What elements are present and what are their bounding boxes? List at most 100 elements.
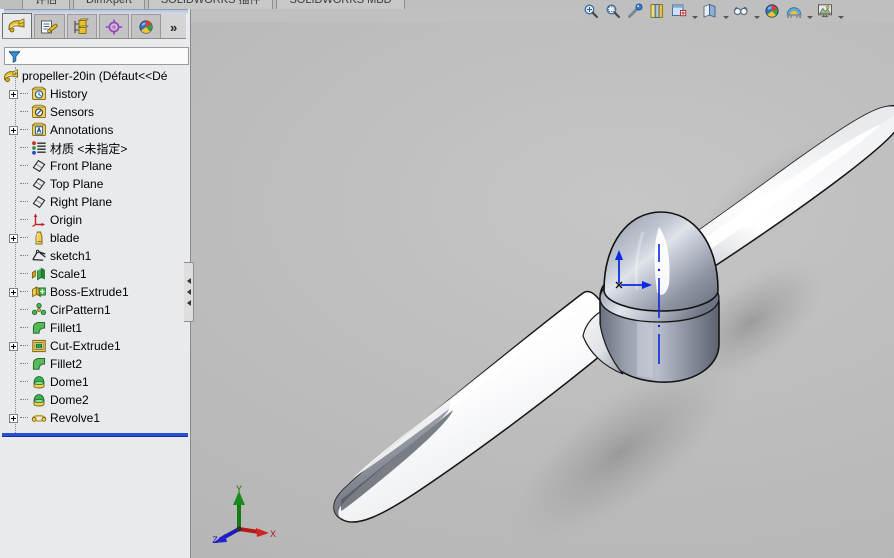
tree-expand-toggle[interactable] <box>6 229 20 247</box>
hide-show-items-caret-icon[interactable] <box>752 0 761 24</box>
tree-connector <box>20 211 30 229</box>
feature-tree-filter[interactable] <box>4 47 189 65</box>
ribbon-tab-2[interactable]: DimXpert <box>73 0 145 9</box>
tree-expand-toggle[interactable] <box>6 409 20 427</box>
tree-expand-spacer <box>6 319 20 337</box>
tree-item[interactable]: Sensors <box>0 103 190 121</box>
ribbon-tab-1[interactable]: 评估 <box>22 0 70 9</box>
tree-expand-toggle[interactable] <box>6 283 20 301</box>
feature-manager-tab-row: » <box>2 13 186 39</box>
tree-root-item[interactable]: propeller-20in (Défaut<<Dé <box>0 67 190 85</box>
ribbon-tab-3[interactable]: SOLIDWORKS 插件 <box>147 0 274 9</box>
origin-icon <box>30 211 48 229</box>
rollback-bar[interactable] <box>2 433 188 437</box>
tree-expand-toggle[interactable] <box>6 121 20 139</box>
view-settings-caret-icon[interactable] <box>836 0 845 24</box>
tree-item-label: Top Plane <box>50 177 104 191</box>
display-style-caret-icon[interactable] <box>721 0 730 24</box>
tree-expand-spacer <box>6 247 20 265</box>
tree-item[interactable]: Fillet2 <box>0 355 190 373</box>
filter-funnel-icon <box>8 50 21 63</box>
graphics-viewport[interactable]: Y X Z <box>191 22 894 558</box>
tree-item[interactable]: History <box>0 85 190 103</box>
tree-item[interactable]: sketch1 <box>0 247 190 265</box>
tab-display-manager[interactable] <box>131 14 162 38</box>
sketch-icon <box>30 247 48 265</box>
display-style-icon[interactable] <box>699 1 721 21</box>
tree-item[interactable]: Dome1 <box>0 373 190 391</box>
tree-connector <box>20 139 30 157</box>
edit-appearance-icon[interactable] <box>761 1 783 21</box>
view-orientation-icon[interactable] <box>668 1 690 21</box>
tree-root-label: propeller-20in (Défaut<<Dé <box>22 69 168 83</box>
tree-item[interactable]: Dome2 <box>0 391 190 409</box>
feature-tree[interactable]: propeller-20in (Défaut<<Dé History Sensor… <box>0 67 190 433</box>
dimxpert-target-icon <box>105 19 123 34</box>
tree-item-label: Sensors <box>50 105 95 119</box>
view-settings-icon[interactable] <box>814 1 836 21</box>
tree-connector <box>20 121 30 139</box>
tree-item[interactable]: Origin <box>0 211 190 229</box>
tree-expand-spacer <box>6 355 20 373</box>
tree-connector <box>20 229 30 247</box>
tree-item[interactable]: CirPattern1 <box>0 301 190 319</box>
feature-manager-more-tabs-button[interactable]: » <box>163 16 184 38</box>
triad-x-label: X <box>270 529 276 539</box>
configuration-manager-icon <box>74 18 89 34</box>
material-icon <box>30 139 48 157</box>
panel-splitter[interactable] <box>184 262 194 322</box>
tree-item[interactable]: Front Plane <box>0 157 190 175</box>
tree-item-label: CirPattern1 <box>50 303 111 317</box>
tree-item[interactable]: Top Plane <box>0 175 190 193</box>
tab-property-manager[interactable] <box>34 14 65 38</box>
plane-icon <box>30 157 48 175</box>
sensors-icon <box>30 103 48 121</box>
property-manager-icon <box>41 20 59 33</box>
tree-item[interactable]: Fillet1 <box>0 319 190 337</box>
tree-connector <box>20 301 30 319</box>
tree-expand-toggle[interactable] <box>6 337 20 355</box>
tree-item[interactable]: Revolve1 <box>0 409 190 427</box>
apply-scene-caret-icon[interactable] <box>805 0 814 24</box>
tree-expand-toggle[interactable] <box>6 85 20 103</box>
tree-expand-spacer <box>6 211 20 229</box>
tab-feature-manager[interactable] <box>2 13 33 38</box>
tree-item-label: Dome1 <box>50 375 89 389</box>
ribbon-tab-4[interactable]: SOLIDWORKS MBD <box>276 0 405 9</box>
tree-connector <box>20 175 30 193</box>
tree-item[interactable]: Boss-Extrude1 <box>0 283 190 301</box>
tab-dimxpert-manager[interactable] <box>98 14 129 38</box>
tree-item[interactable]: Scale1 <box>0 265 190 283</box>
section-view-icon[interactable] <box>646 1 668 21</box>
tree-item-label: sketch1 <box>50 249 92 263</box>
tree-item[interactable]: Right Plane <box>0 193 190 211</box>
tree-item[interactable]: 材质 <未指定> <box>0 139 190 157</box>
zoom-to-fit-icon[interactable] <box>580 1 602 21</box>
circular-pattern-icon <box>30 301 48 319</box>
feature-tree-filter-input[interactable] <box>21 49 188 63</box>
triad-y-label: Y <box>236 484 242 494</box>
tree-item[interactable]: blade <box>0 229 190 247</box>
view-orientation-caret-icon[interactable] <box>690 0 699 24</box>
tree-item-label: Dome2 <box>50 393 89 407</box>
tree-item[interactable]: Annotations <box>0 121 190 139</box>
tab-configuration-manager[interactable] <box>66 14 97 38</box>
coordinate-triad: Y X Z <box>212 484 276 545</box>
propeller-model[interactable] <box>191 22 894 558</box>
fillet-icon <box>30 355 48 373</box>
feature-tree-icon <box>8 18 25 33</box>
history-icon <box>30 85 48 103</box>
apply-scene-icon[interactable] <box>783 1 805 21</box>
scale-icon <box>30 265 48 283</box>
tree-item[interactable]: Cut-Extrude1 <box>0 337 190 355</box>
tree-connector <box>20 283 30 301</box>
tree-connector <box>20 247 30 265</box>
tree-item-label: Scale1 <box>50 267 87 281</box>
tree-connector <box>20 319 30 337</box>
tree-item-label: Cut-Extrude1 <box>50 339 121 353</box>
zoom-to-area-icon[interactable] <box>602 1 624 21</box>
part-document-icon <box>2 67 20 85</box>
plane-icon <box>30 175 48 193</box>
previous-view-icon[interactable] <box>624 1 646 21</box>
hide-show-items-icon[interactable] <box>730 1 752 21</box>
